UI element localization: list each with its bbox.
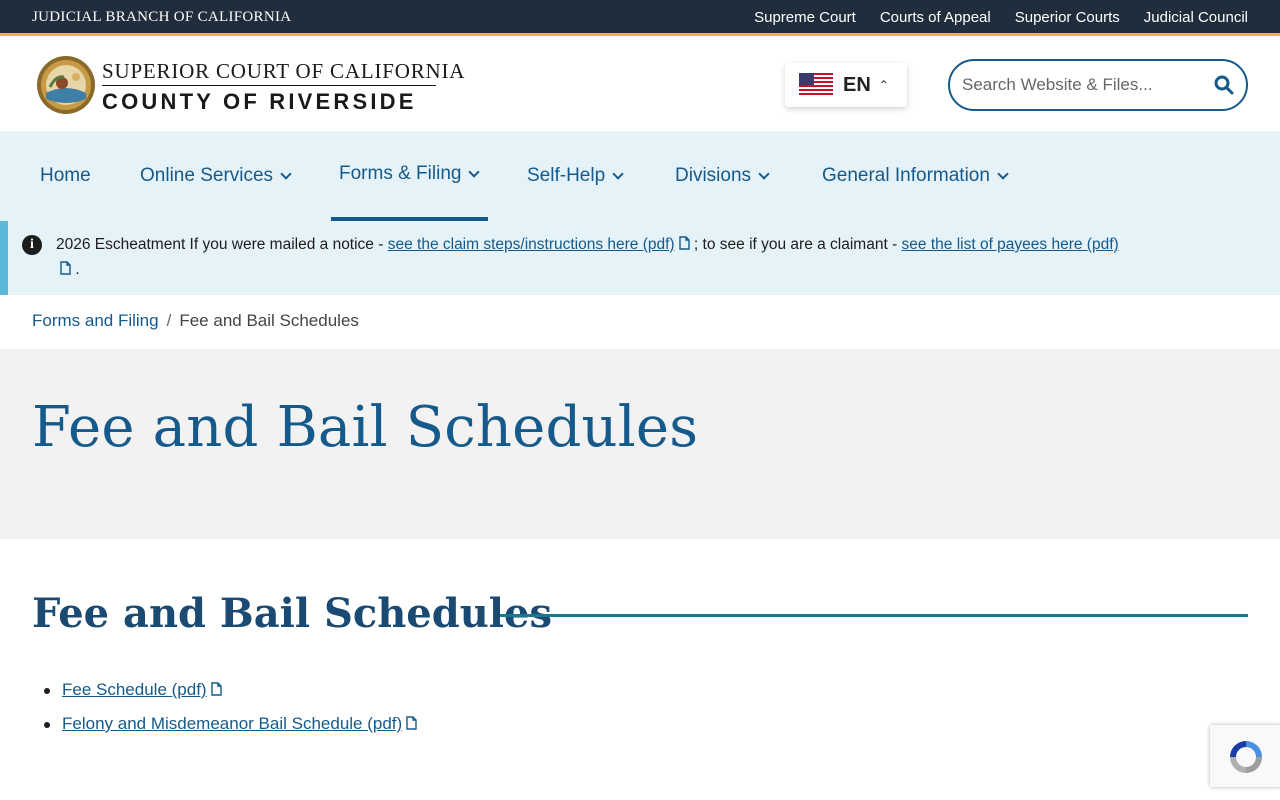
page-hero: Fee and Bail Schedules [0, 349, 1280, 539]
nav-item-forms-filing[interactable]: Forms & Filing [331, 131, 488, 221]
list-item: Felony and Misdemeanor Bail Schedule (pd… [43, 714, 417, 748]
fee-schedule-link[interactable]: Fee Schedule (pdf) [62, 680, 207, 699]
nav-item-divisions[interactable]: Divisions [667, 131, 776, 221]
document-list: Fee Schedule (pdf) Felony and Misdemeano… [43, 680, 417, 748]
nav-item-self-help[interactable]: Self-Help [519, 131, 630, 221]
chevron-down-icon [758, 168, 770, 180]
payees-list-link[interactable]: see the list of payees here (pdf) [902, 236, 1119, 253]
chevron-down-icon [280, 168, 292, 180]
site-header: SUPERIOR COURT OF CALIFORNIA COUNTY OF R… [0, 39, 1280, 131]
chevron-down-icon [612, 168, 624, 180]
language-selector[interactable]: EN ⌃ [785, 63, 907, 107]
file-icon [210, 682, 222, 696]
file-icon [678, 236, 690, 250]
us-flag-icon [799, 73, 833, 97]
file-icon [60, 261, 71, 275]
breadcrumb-forms-filing[interactable]: Forms and Filing [32, 311, 159, 330]
section-divider [500, 614, 1248, 617]
claim-steps-link[interactable]: see the claim steps/instructions here (p… [388, 236, 675, 253]
breadcrumb-current: Fee and Bail Schedules [179, 311, 359, 330]
recaptcha-icon [1230, 741, 1262, 773]
info-icon: i [22, 235, 42, 255]
logo-title: SUPERIOR COURT OF CALIFORNIA [102, 59, 466, 83]
site-search [948, 59, 1248, 111]
nav-item-general-information[interactable]: General Information [814, 131, 1015, 221]
top-links: Supreme Court Courts of Appeal Superior … [754, 9, 1248, 26]
main-nav: Home Online Services Forms & Filing Self… [0, 131, 1280, 221]
search-input[interactable] [962, 73, 1202, 97]
breadcrumb: Forms and Filing / Fee and Bail Schedules [32, 311, 359, 331]
supreme-court-link[interactable]: Supreme Court [754, 9, 856, 26]
breadcrumb-separator: / [166, 311, 172, 330]
escheatment-alert: i 2026 Escheatment If you were mailed a … [0, 221, 1280, 295]
language-code: EN [843, 73, 871, 96]
nav-item-online-services[interactable]: Online Services [132, 131, 298, 221]
page-title: Fee and Bail Schedules [32, 395, 699, 460]
logo-subtitle: COUNTY OF RIVERSIDE [102, 89, 417, 114]
nav-label: Home [40, 165, 91, 186]
judicial-branch-label: JUDICIAL BRANCH OF CALIFORNIA [32, 9, 292, 25]
alert-suffix: . [75, 261, 80, 278]
nav-label: General Information [822, 165, 990, 186]
logo-divider [102, 85, 436, 86]
top-utility-bar: JUDICIAL BRANCH OF CALIFORNIA Supreme Co… [0, 0, 1280, 36]
bail-schedule-link[interactable]: Felony and Misdemeanor Bail Schedule (pd… [62, 714, 402, 733]
alert-text-continued: . [56, 261, 80, 279]
nav-label: Online Services [140, 165, 274, 186]
recaptcha-badge[interactable] [1210, 725, 1280, 787]
file-icon [406, 716, 417, 730]
nav-label: Forms & Filing [339, 163, 462, 184]
court-seal-icon [37, 56, 95, 114]
nav-label: Self-Help [527, 165, 606, 186]
chevron-down-icon [997, 168, 1009, 180]
chevron-down-icon [468, 166, 481, 178]
alert-middle: ; to see if you are a claimant - [693, 236, 902, 253]
nav-label: Divisions [675, 165, 752, 186]
search-icon[interactable] [1214, 75, 1234, 95]
judicial-council-link[interactable]: Judicial Council [1144, 9, 1248, 26]
chevron-up-icon: ⌃ [878, 78, 889, 92]
courts-of-appeal-link[interactable]: Courts of Appeal [880, 9, 991, 26]
alert-prefix: 2026 Escheatment If you were mailed a no… [56, 236, 388, 253]
list-item: Fee Schedule (pdf) [43, 680, 417, 714]
superior-courts-link[interactable]: Superior Courts [1015, 9, 1120, 26]
court-logo[interactable]: SUPERIOR COURT OF CALIFORNIA COUNTY OF R… [36, 53, 464, 117]
alert-text: 2026 Escheatment If you were mailed a no… [56, 236, 1119, 254]
section-title: Fee and Bail Schedules [32, 590, 552, 637]
nav-item-home[interactable]: Home [32, 131, 99, 221]
